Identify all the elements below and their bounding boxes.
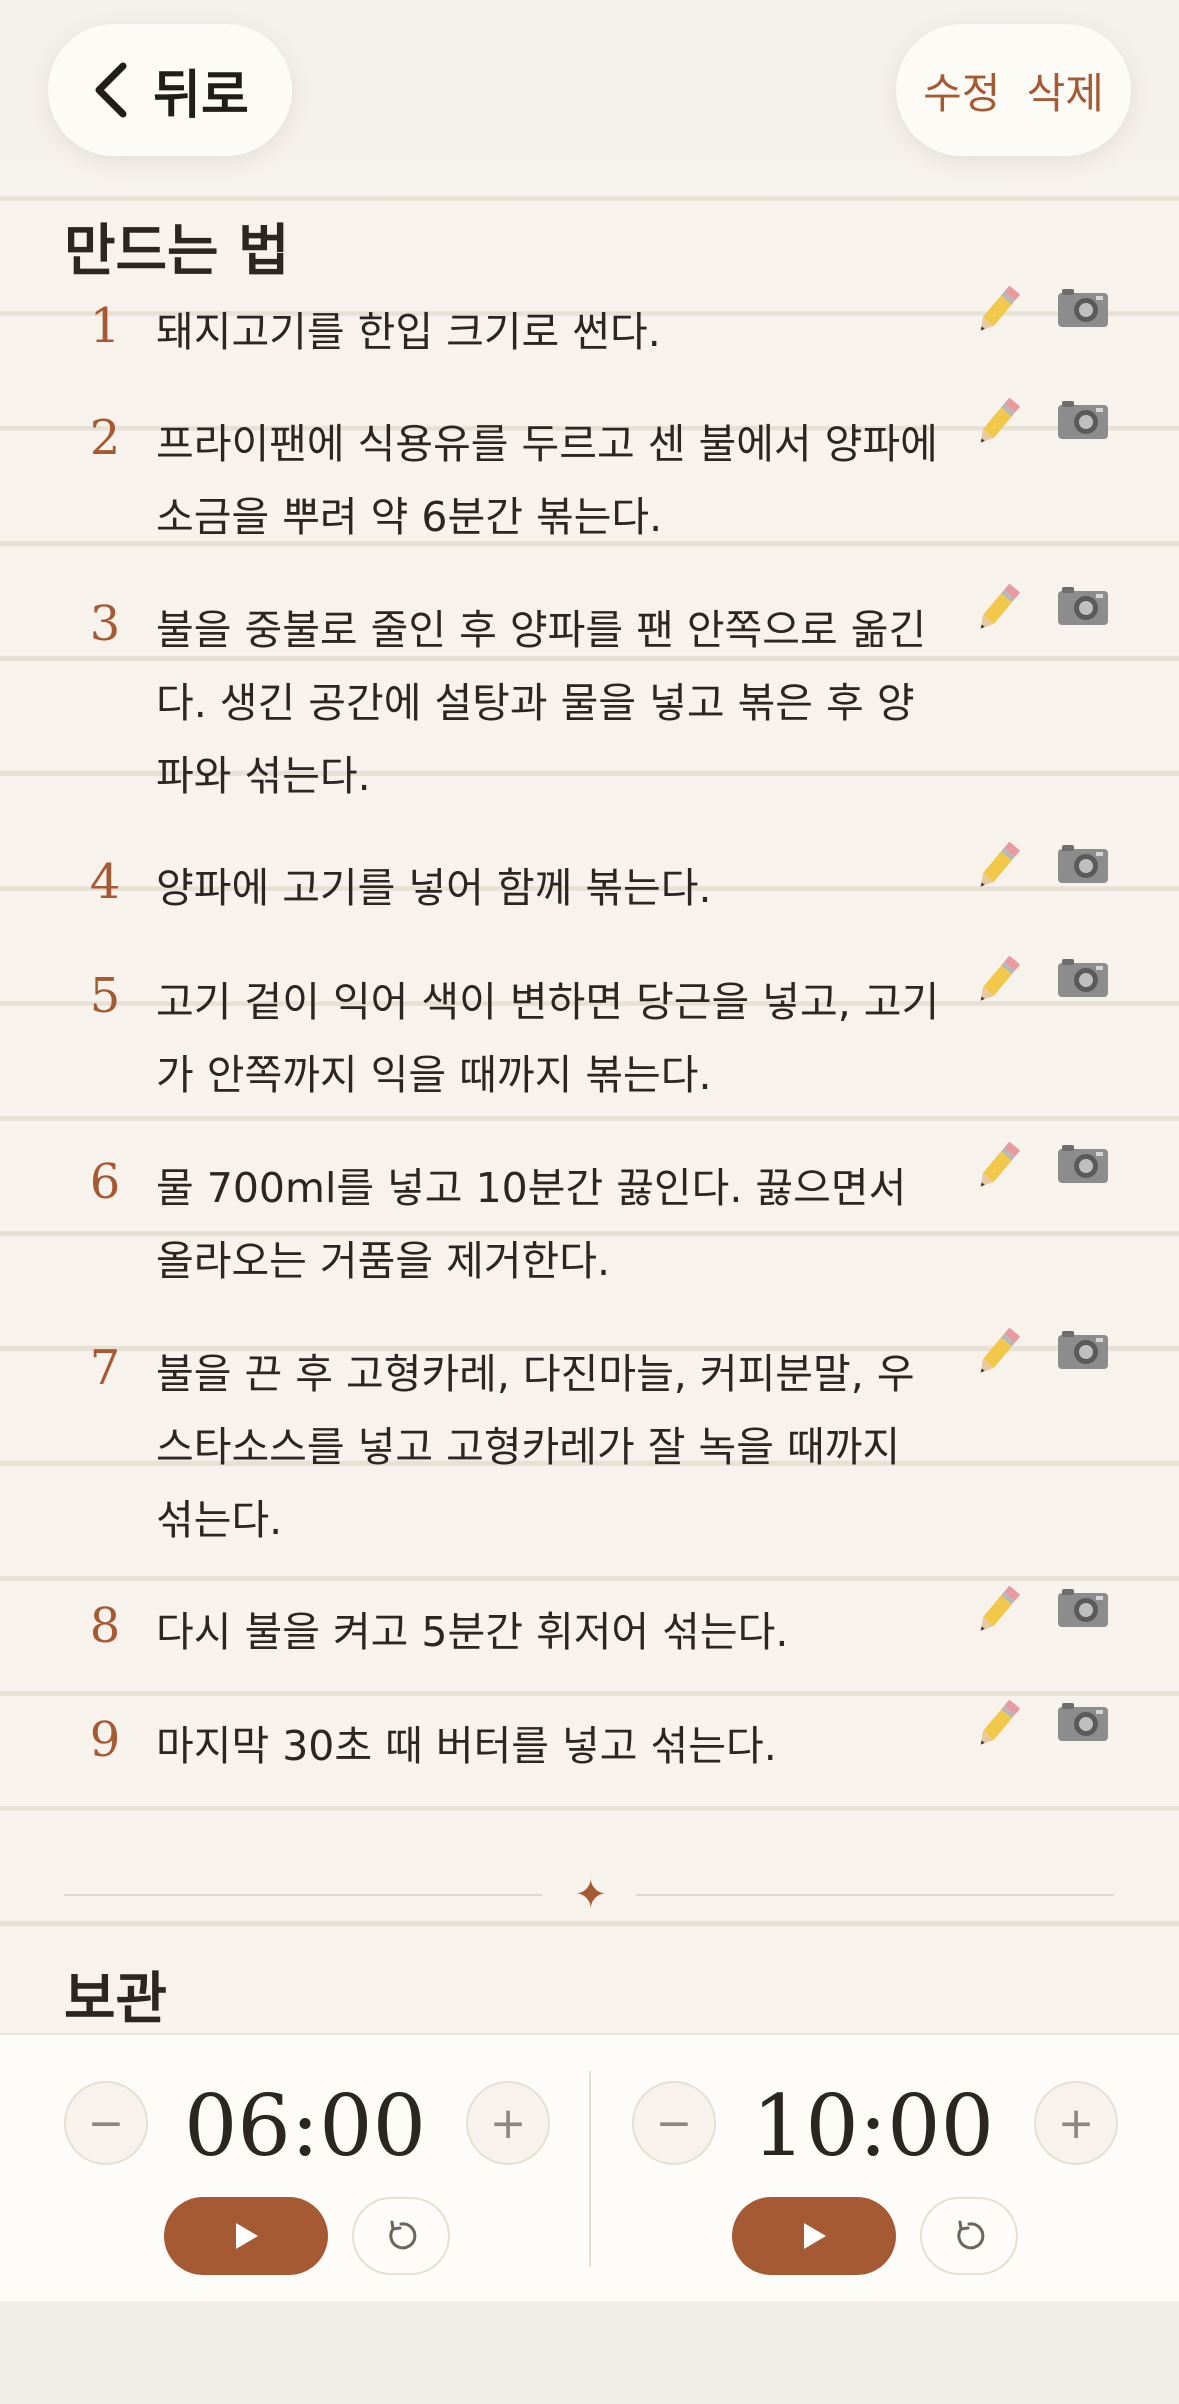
camera-icon[interactable] bbox=[1056, 396, 1110, 442]
timer-decrease-button[interactable]: − bbox=[632, 2081, 716, 2165]
step-number: 4 bbox=[89, 854, 121, 910]
step-number: 8 bbox=[89, 1598, 121, 1654]
step-number: 6 bbox=[89, 1154, 121, 1210]
timer-display: 06:00 bbox=[183, 2077, 427, 2175]
timer-increase-button[interactable]: + bbox=[466, 2081, 550, 2165]
pencil-icon[interactable] bbox=[970, 952, 1026, 1008]
timer-reset-button[interactable] bbox=[920, 2197, 1018, 2275]
camera-icon[interactable] bbox=[1056, 582, 1110, 628]
step-text: 물 700ml를 넣고 10분간 끓인다. 끓으면서 올라오는 거품을 제거한다… bbox=[156, 1164, 907, 1285]
camera-icon[interactable] bbox=[1056, 1584, 1110, 1630]
reset-icon bbox=[389, 2220, 417, 2250]
step-text: 불을 끈 후 고형카레, 다진마늘, 커피분말, 우스타소스를 넣고 고형카레가… bbox=[156, 1350, 915, 1544]
chevron-left-icon bbox=[95, 62, 127, 118]
timer-play-button[interactable] bbox=[732, 2197, 896, 2275]
edit-button[interactable]: 수정 bbox=[923, 60, 1000, 121]
play-icon bbox=[236, 2223, 258, 2249]
delete-button[interactable]: 삭제 bbox=[1027, 60, 1104, 121]
timer-panel: − 06:00 + − 10:00 + bbox=[0, 2033, 1179, 2301]
camera-icon[interactable] bbox=[1056, 1326, 1110, 1372]
pencil-icon[interactable] bbox=[970, 1582, 1026, 1638]
instructions-title: 만드는 법 bbox=[64, 218, 290, 284]
timer-decrease-button[interactable]: − bbox=[64, 2081, 148, 2165]
step-number: 5 bbox=[89, 968, 121, 1024]
timer-play-button[interactable] bbox=[164, 2197, 328, 2275]
top-bar: 뒤로 수정 삭제 bbox=[0, 0, 1179, 200]
step-text: 다시 불을 켜고 5분간 휘저어 섞는다. bbox=[156, 1608, 789, 1656]
step-text: 불을 중불로 줄인 후 양파를 팬 안쪽으로 옮긴다. 생긴 공간에 설탕과 물… bbox=[156, 606, 927, 800]
play-icon bbox=[804, 2223, 826, 2249]
step-text: 마지막 30초 때 버터를 넣고 섞는다. bbox=[156, 1722, 777, 1770]
storage-title: 보관 bbox=[64, 1966, 168, 2032]
pencil-icon[interactable] bbox=[970, 1324, 1026, 1380]
camera-icon[interactable] bbox=[1056, 1140, 1110, 1186]
step-number: 9 bbox=[89, 1712, 121, 1768]
timer-1: − 06:00 + bbox=[0, 2035, 589, 2303]
camera-icon[interactable] bbox=[1056, 954, 1110, 1000]
pencil-icon[interactable] bbox=[970, 394, 1026, 450]
camera-icon[interactable] bbox=[1056, 1698, 1110, 1744]
step-number: 3 bbox=[89, 596, 121, 652]
step-number: 7 bbox=[89, 1340, 121, 1396]
camera-icon[interactable] bbox=[1056, 284, 1110, 330]
pencil-icon[interactable] bbox=[970, 1696, 1026, 1752]
recipe-page: 만드는 법 1 돼지고기를 한입 크기로 썬다. 2 프라이팬에 식용유를 두르… bbox=[0, 0, 1179, 2033]
step-text: 양파에 고기를 넣어 함께 볶는다. bbox=[156, 864, 712, 912]
reset-icon bbox=[957, 2220, 985, 2250]
step-text: 프라이팬에 식용유를 두르고 센 불에서 양파에 소금을 뿌려 약 6분간 볶는… bbox=[156, 420, 938, 541]
step-text: 고기 겉이 익어 색이 변하면 당근을 넣고, 고기가 안쪽까지 익을 때까지 … bbox=[156, 978, 940, 1099]
action-group: 수정 삭제 bbox=[896, 24, 1131, 156]
timer-increase-button[interactable]: + bbox=[1034, 2081, 1118, 2165]
timer-display: 10:00 bbox=[751, 2077, 995, 2175]
back-label: 뒤로 bbox=[153, 65, 249, 126]
camera-icon[interactable] bbox=[1056, 840, 1110, 886]
step-text: 돼지고기를 한입 크기로 썬다. bbox=[156, 308, 661, 356]
pencil-icon[interactable] bbox=[970, 838, 1026, 894]
timer-reset-button[interactable] bbox=[352, 2197, 450, 2275]
back-button[interactable]: 뒤로 bbox=[48, 24, 292, 156]
step-number: 2 bbox=[89, 410, 121, 466]
pencil-icon[interactable] bbox=[970, 1138, 1026, 1194]
pencil-icon[interactable] bbox=[970, 580, 1026, 636]
divider-line bbox=[636, 1894, 1114, 1896]
sparkle-icon: ✦ bbox=[574, 1872, 608, 1918]
section-divider: ✦ bbox=[64, 1872, 1114, 1918]
divider-line bbox=[64, 1894, 542, 1896]
step-number: 1 bbox=[89, 298, 121, 354]
pencil-icon[interactable] bbox=[970, 282, 1026, 338]
timer-2: − 10:00 + bbox=[568, 2035, 1157, 2303]
